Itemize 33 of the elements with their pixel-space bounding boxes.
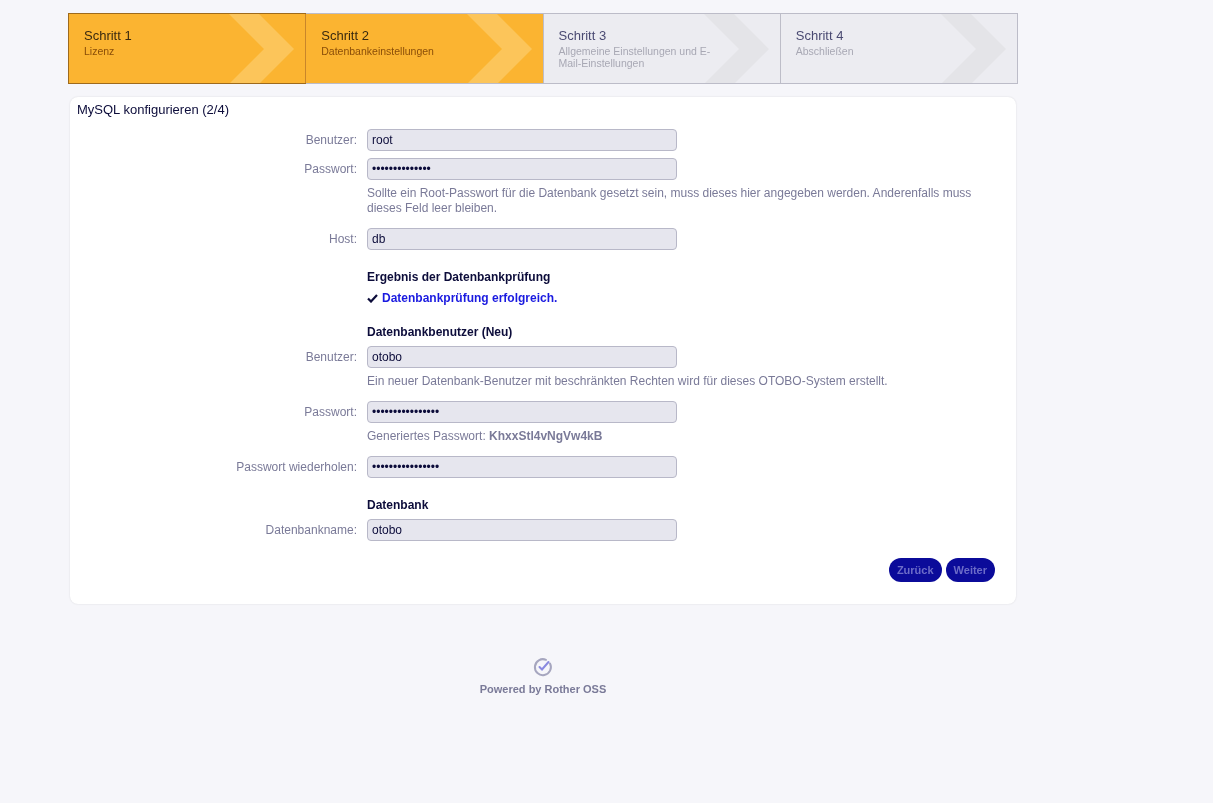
field-label: Datenbankname: [265,523,357,537]
section-heading: Datenbank [367,498,430,512]
field-label: Host: [329,232,357,246]
input-field[interactable]: root [367,129,677,151]
step-number: Schritt 1 [84,28,133,43]
step-name: Datenbankeinstellungen [321,45,435,57]
hint-text: Generiertes Passwort: KhxxStl4vNgVw4kB [367,429,604,444]
input-field[interactable]: •••••••••••••••• [367,456,677,478]
footer-text: Powered by Rother OSS [479,683,607,695]
hint-text: Ein neuer Datenbank-Benutzer mit beschränkten Rechten wird für dieses OTOBO-System erstellt. [367,374,889,389]
field-label: Passwort: [304,405,357,419]
input-field[interactable]: •••••••••••••• [367,158,677,180]
input-field[interactable]: otobo [367,346,677,368]
step-name: Abschließen [795,45,855,57]
check-circle-icon [533,657,553,677]
input-field[interactable]: db [367,228,677,250]
field-label: Passwort wiederholen: [236,460,357,474]
hint-text: Sollte ein Root-Passwort für die Datenbank gesetzt sein, muss dieses hier angegeben werden. Anderenfalls muss dieses Feld leer bleiben. [367,186,973,216]
field-label: Passwort: [304,162,357,176]
input-field[interactable]: otobo [367,519,677,541]
step-name: Lizenz [84,45,116,57]
step-number: Schritt 2 [321,28,370,43]
field-label: Benutzer: [305,350,357,364]
input-field[interactable]: •••••••••••••••• [367,401,677,423]
step-number: Schritt 3 [558,28,608,43]
field-label: Benutzer: [305,133,357,147]
checkmark-icon [367,293,378,303]
step-number: Schritt 4 [795,28,845,43]
step-name: Allgemeine Einstellungen und E-Mail-Einstellungen [558,45,712,69]
card-title: MySQL konfigurieren (2/4) [77,102,230,117]
section-heading: Datenbankbenutzer (Neu) [367,325,514,339]
section-heading: Ergebnis der Datenbankprüfung [367,270,552,284]
status-message: Datenbankprüfung erfolgreich. [382,291,558,305]
